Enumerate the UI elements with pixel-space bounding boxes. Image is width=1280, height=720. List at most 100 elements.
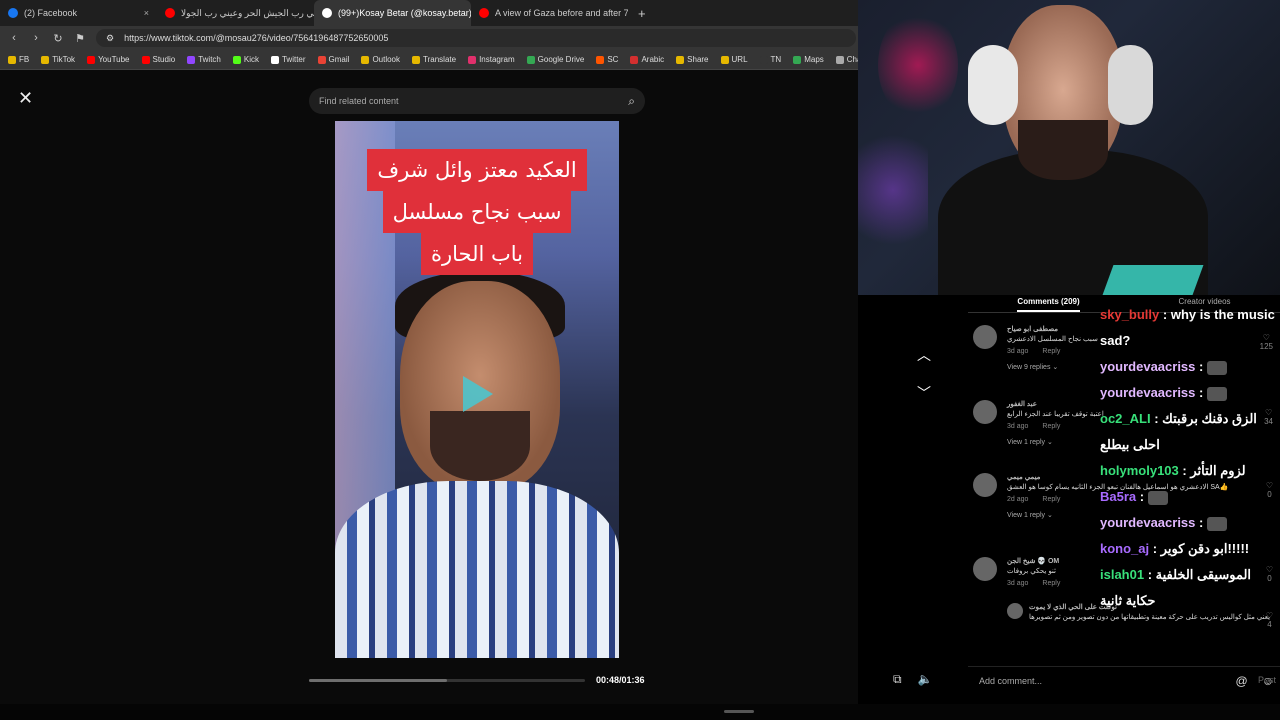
close-tab-icon[interactable]: ×	[144, 8, 149, 18]
avatar[interactable]	[1007, 603, 1023, 619]
bookmark-item[interactable]: YouTube	[87, 55, 130, 64]
back-icon[interactable]: ‹	[8, 32, 20, 44]
forward-icon[interactable]: ›	[30, 32, 42, 44]
bookmark-favicon-icon	[759, 55, 768, 64]
url-text: https://www.tiktok.com/@mosau276/video/7…	[124, 33, 389, 43]
tab-comments[interactable]: Comments (209)	[1017, 295, 1080, 312]
avatar[interactable]	[973, 325, 997, 349]
chat-text: لزوم التأثر	[1190, 463, 1246, 478]
reload-icon[interactable]: ↻	[52, 32, 64, 45]
play-icon[interactable]	[463, 376, 493, 412]
new-tab-button[interactable]: +	[628, 6, 656, 21]
bookmark-icon[interactable]: ⚑	[74, 32, 86, 45]
bookmark-item[interactable]: Instagram	[468, 55, 515, 64]
tab-label: A view of Gaza before and after 7 Oc	[495, 8, 628, 18]
reply-button[interactable]: Reply	[1042, 580, 1060, 587]
chat-username[interactable]: yourdevaacriss	[1100, 359, 1195, 374]
site-info-icon[interactable]: ⚙	[106, 33, 114, 44]
search-input[interactable]: Find related content ⌕	[309, 88, 645, 114]
bookmark-item[interactable]: Gmail	[317, 55, 349, 64]
bookmark-label: TN	[770, 55, 782, 64]
bookmark-label: Studio	[152, 55, 176, 64]
bookmark-item[interactable]: TN	[759, 55, 782, 64]
bookmark-item[interactable]: Translate	[412, 55, 456, 64]
avatar[interactable]	[973, 473, 997, 497]
caption-line: سبب نجاح مسلسل	[382, 191, 572, 233]
bookmark-item[interactable]: Google Drive	[526, 55, 585, 64]
webcam-overlay	[858, 0, 1280, 295]
tab-label: عيني رب الجيش الحر وعيني رب الجولا...	[181, 7, 314, 18]
reply-button[interactable]: Reply	[1042, 423, 1060, 430]
avatar[interactable]	[973, 400, 997, 424]
tab-favicon-icon	[8, 8, 18, 18]
bookmark-item[interactable]: FB	[8, 55, 29, 64]
background-light	[878, 10, 958, 120]
bookmark-item[interactable]: Chat	[835, 55, 858, 64]
browser-tab[interactable]: عيني رب الجيش الحر وعيني رب الجولا...×	[157, 0, 314, 26]
chat-username[interactable]: sky_bully	[1100, 307, 1159, 322]
chat-username[interactable]: oc2_ALI	[1100, 411, 1151, 426]
bookmark-label: Instagram	[479, 55, 515, 64]
chat-username[interactable]: Ba5ra	[1100, 489, 1136, 504]
bookmark-label: Maps	[804, 55, 824, 64]
browser-tab[interactable]: A view of Gaza before and after 7 Oc×	[471, 0, 628, 26]
chevron-down-icon[interactable]: ﹀	[917, 383, 931, 403]
bookmark-label: Translate	[423, 55, 457, 64]
add-comment-field[interactable]: Add comment... @ ☺	[968, 666, 1280, 694]
tab-label: (2) Facebook	[24, 8, 78, 18]
reply-button[interactable]: Reply	[1042, 496, 1060, 503]
chat-message: holymoly103 : لزوم التأثر	[1100, 458, 1278, 484]
chat-username[interactable]: yourdevaacriss	[1100, 385, 1195, 400]
progress-fill	[309, 679, 447, 682]
chevron-up-icon[interactable]: ︿	[917, 345, 931, 365]
bookmark-item[interactable]: Twitter	[270, 55, 306, 64]
bookmark-item[interactable]: Studio	[141, 55, 176, 64]
post-button[interactable]: Post	[1258, 675, 1276, 685]
avatar[interactable]	[973, 557, 997, 581]
close-icon[interactable]: ✕	[18, 88, 33, 109]
chat-message: Ba5ra :	[1100, 484, 1278, 510]
chat-username[interactable]: holymoly103	[1100, 463, 1179, 478]
pip-icon[interactable]: ⧉	[893, 672, 902, 687]
taskbar-handle	[724, 710, 754, 713]
search-icon[interactable]: ⌕	[628, 94, 635, 109]
bookmark-item[interactable]: Maps	[793, 55, 824, 64]
bookmark-item[interactable]: TikTok	[41, 55, 75, 64]
bookmark-item[interactable]: SC	[596, 55, 618, 64]
bookmark-label: Google Drive	[537, 55, 585, 64]
video-player[interactable]: العكيد معتز وائل شرف سبب نجاح مسلسل باب …	[335, 121, 619, 658]
bookmark-label: Twitch	[198, 55, 221, 64]
chat-message: islah01 : الموسيقى الخلفية حكاية ثانية	[1100, 562, 1278, 614]
bookmark-item[interactable]: URL	[720, 55, 748, 64]
bookmark-item[interactable]: Outlook	[361, 55, 400, 64]
bookmark-favicon-icon	[270, 55, 279, 64]
player-controls: ⧉ 🔈	[893, 672, 933, 687]
bookmark-favicon-icon	[468, 55, 477, 64]
bookmark-item[interactable]: Kick	[232, 55, 259, 64]
volume-icon[interactable]: 🔈	[918, 672, 933, 687]
bookmark-item[interactable]: Twitch	[187, 55, 221, 64]
chat-separator: :	[1178, 463, 1191, 478]
video-progress-bar[interactable]	[309, 679, 585, 682]
browser-tab[interactable]: (2) Facebook ×	[0, 0, 157, 26]
comment-age: 3d ago	[1007, 423, 1029, 430]
bookmark-favicon-icon	[720, 55, 729, 64]
tab-favicon-icon	[322, 8, 332, 18]
url-field[interactable]: ⚙ https://www.tiktok.com/@mosau276/video…	[96, 29, 856, 47]
bookmark-item[interactable]: Arabic	[630, 55, 664, 64]
bookmark-favicon-icon	[835, 55, 844, 64]
person-beard	[430, 411, 530, 481]
browser-tab[interactable]: (99+)Kosay Betar (@kosay.betar)×	[314, 0, 471, 26]
chat-username[interactable]: yourdevaacriss	[1100, 515, 1195, 530]
bookmark-label: Outlook	[372, 55, 401, 64]
chat-username[interactable]: islah01	[1100, 567, 1144, 582]
chat-message: yourdevaacriss :	[1100, 510, 1278, 536]
reply-button[interactable]: Reply	[1042, 348, 1060, 355]
streamer-beard	[1018, 120, 1108, 180]
chat-username[interactable]: kono_aj	[1100, 541, 1149, 556]
microphone-light	[1102, 265, 1204, 295]
bookmark-item[interactable]: Share	[676, 55, 709, 64]
mention-icon[interactable]: @	[1236, 674, 1248, 688]
chat-separator: :	[1150, 411, 1163, 426]
caption-line: باب الحارة	[420, 233, 534, 275]
